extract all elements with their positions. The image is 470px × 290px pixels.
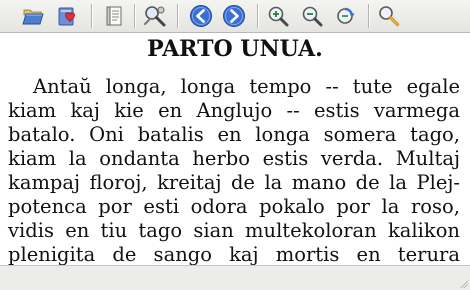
text-line: kampaj floroj, kreitaj de la mano de la … — [8, 171, 460, 194]
forward-button[interactable] — [221, 3, 247, 29]
zoom-out-button[interactable] — [299, 3, 325, 29]
chapter-title: PARTO UNUA. — [147, 36, 323, 62]
folder-open-icon — [22, 9, 44, 25]
bookmark-heart-icon — [58, 7, 75, 26]
contents-button[interactable] — [101, 3, 127, 29]
toolbar-separator — [368, 4, 370, 28]
zoom-in-button[interactable] — [265, 3, 291, 29]
text-line: kiam la ondanta herbo estis verda. Multa… — [8, 147, 460, 170]
resize-grip[interactable] — [458, 278, 468, 288]
reader-window: PARTO UNUA. Antaŭ longa, longa tempo -- … — [0, 0, 470, 290]
text-line: Antaŭ longa, longa tempo -- tute egale — [33, 75, 460, 98]
text-line: kiam kaj kie en Anglujo -- estis varmega — [8, 99, 460, 122]
back-button[interactable] — [188, 3, 214, 29]
toolbar-separator — [177, 4, 179, 28]
text-line: batalo. Oni batalis en longa somera tago… — [8, 123, 460, 146]
open-file-button[interactable] — [20, 3, 46, 29]
status-bar — [0, 265, 470, 290]
text-line: potenca por esti odora pokalo por la ros… — [8, 195, 460, 218]
text-line: vidis en tiu tago sian multekoloran kali… — [8, 219, 460, 242]
arrow-left-icon — [190, 5, 212, 27]
toolbar — [0, 0, 470, 33]
toolbar-separator — [134, 4, 136, 28]
rotate-button[interactable] — [333, 3, 359, 29]
zoom-out-icon — [302, 6, 323, 27]
book-contents-icon — [106, 6, 122, 26]
text-line: plenigita de sango kaj mortis en terura — [8, 243, 460, 265]
rotate-icon — [337, 7, 355, 24]
arrow-right-icon — [223, 5, 245, 27]
toolbar-separator — [257, 4, 259, 28]
settings-button[interactable] — [142, 3, 168, 29]
zoom-in-icon — [268, 6, 289, 27]
search-button[interactable] — [376, 3, 402, 29]
bookmark-button[interactable] — [54, 3, 80, 29]
document-view[interactable]: PARTO UNUA. Antaŭ longa, longa tempo -- … — [0, 33, 470, 265]
chapter-text: Antaŭ longa, longa tempo -- tute egale k… — [8, 75, 460, 265]
search-wrench-icon — [379, 6, 400, 27]
toolbar-separator — [91, 4, 93, 28]
tools-icon — [144, 6, 166, 27]
